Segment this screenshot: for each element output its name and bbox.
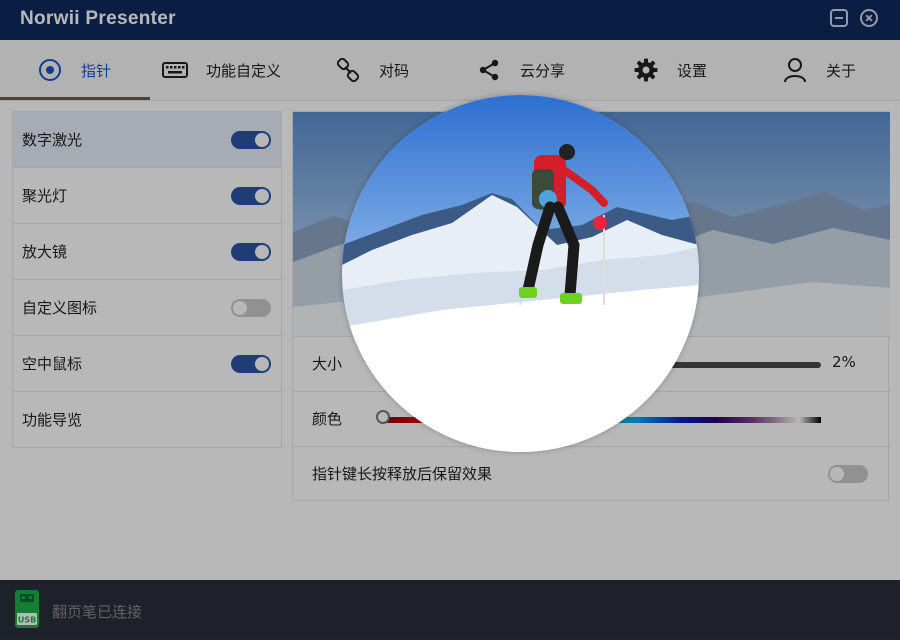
magnifier-lens	[342, 95, 699, 452]
sidebar-item-magnifier[interactable]: 放大镜	[13, 224, 281, 280]
size-label: 大小	[312, 355, 343, 373]
sidebar-item-label: 自定义图标	[22, 299, 98, 317]
tab-custom-functions[interactable]: 功能自定义	[162, 40, 281, 100]
tab-label: 设置	[677, 61, 708, 80]
sidebar-item-label: 放大镜	[22, 243, 68, 261]
sidebar-item-air-mouse[interactable]: 空中鼠标	[13, 336, 281, 392]
usb-icon: USB	[14, 589, 40, 629]
tab-label: 指针	[81, 61, 112, 80]
active-tab-indicator	[0, 97, 150, 100]
app-title: Norwii Presenter	[20, 8, 176, 29]
user-icon	[782, 57, 808, 83]
share-icon	[476, 57, 502, 83]
gear-icon	[633, 57, 659, 83]
tab-pairing[interactable]: 对码	[335, 40, 409, 100]
title-bar: Norwii Presenter	[0, 0, 900, 40]
main-tabs: 指针 功能自定义 对码 云分享 设置 关于	[0, 40, 900, 101]
retain-effect-row: 指针键长按释放后保留效果	[293, 446, 890, 501]
laser-dot	[593, 216, 607, 230]
sidebar-item-digital-laser[interactable]: 数字激光	[13, 112, 281, 168]
sidebar-item-label: 数字激光	[22, 131, 83, 149]
close-button[interactable]	[860, 9, 878, 27]
digital-laser-toggle[interactable]	[231, 131, 271, 149]
sidebar-item-label: 功能导览	[22, 411, 83, 429]
sidebar-item-custom-icon[interactable]: 自定义图标	[13, 280, 281, 336]
tab-label: 功能自定义	[206, 61, 282, 80]
sidebar-item-label: 聚光灯	[22, 187, 68, 205]
color-slider-handle[interactable]	[376, 410, 390, 424]
tab-pointer[interactable]: 指针	[37, 40, 111, 100]
retain-effect-label: 指针键长按释放后保留效果	[312, 465, 493, 483]
air-mouse-toggle[interactable]	[231, 355, 271, 373]
spotlight-toggle[interactable]	[231, 187, 271, 205]
target-icon	[37, 57, 63, 83]
tab-cloud-share[interactable]: 云分享	[476, 40, 565, 100]
custom-icon-toggle[interactable]	[231, 299, 271, 317]
sidebar-item-label: 空中鼠标	[22, 355, 83, 373]
tab-settings[interactable]: 设置	[633, 40, 707, 100]
retain-effect-toggle[interactable]	[828, 465, 868, 483]
keyboard-icon	[162, 57, 188, 83]
tab-label: 关于	[826, 61, 857, 80]
magnifier-toggle[interactable]	[231, 243, 271, 261]
connection-status: 翻页笔已连接	[52, 603, 143, 621]
size-value: 2%	[832, 353, 856, 371]
tab-label: 对码	[379, 61, 410, 80]
sidebar-item-feature-guide[interactable]: 功能导览	[13, 392, 281, 447]
tab-about[interactable]: 关于	[782, 40, 856, 100]
color-label: 颜色	[312, 410, 343, 428]
minimize-button[interactable]	[830, 9, 848, 27]
sidebar-item-spotlight[interactable]: 聚光灯	[13, 168, 281, 224]
pointer-mode-list: 数字激光 聚光灯 放大镜 自定义图标 空中鼠标 功能导览	[12, 111, 282, 448]
link-icon	[335, 57, 361, 83]
tab-label: 云分享	[520, 61, 566, 80]
usb-label: USB	[18, 616, 36, 625]
